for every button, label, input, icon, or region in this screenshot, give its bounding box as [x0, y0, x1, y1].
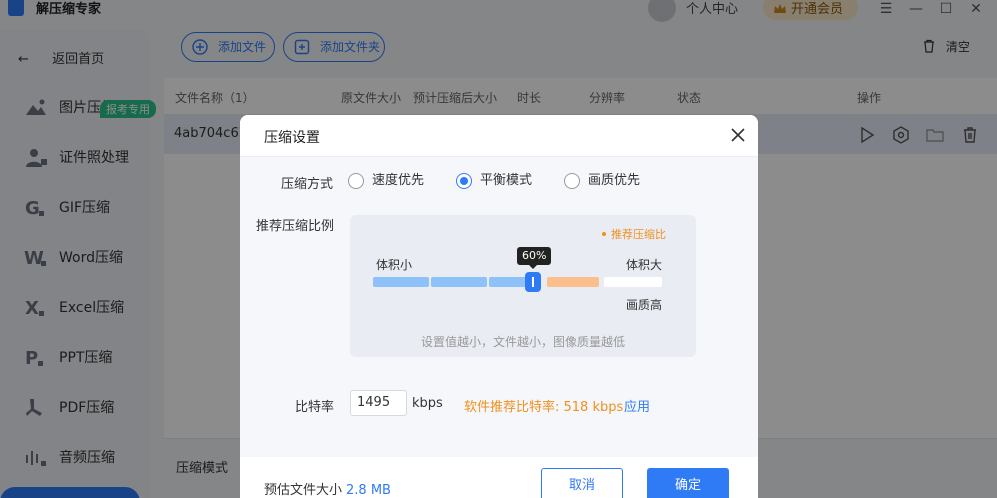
radio-circle	[456, 173, 472, 189]
slider-segment	[373, 277, 429, 287]
close-icon[interactable]	[728, 125, 748, 145]
slider-segment	[547, 277, 599, 287]
compression-settings-dialog: 压缩设置 压缩方式 速度优先 平衡模式 画质优先 推荐压缩比例 推荐压缩比 体积…	[240, 115, 758, 498]
large-size-label: 体积大	[626, 258, 663, 272]
confirm-button[interactable]: 确定	[647, 468, 729, 498]
quality-high-label: 画质高	[626, 298, 663, 312]
dot-icon	[602, 232, 606, 236]
recommended-bitrate: 软件推荐比特率: 518 kbps	[464, 400, 624, 415]
dialog-header: 压缩设置	[240, 115, 758, 157]
radio-label: 画质优先	[588, 173, 641, 188]
apply-link[interactable]: 应用	[624, 396, 650, 415]
small-size-label: 体积小	[376, 258, 413, 272]
radio-quality-priority[interactable]: 画质优先	[564, 172, 640, 190]
slider-segment	[604, 277, 662, 287]
recommend-legend: 推荐压缩比	[602, 226, 666, 242]
dialog-footer: 预估文件大小 2.8 MB 取消 确定	[240, 457, 758, 498]
estimate-value: 2.8 MB	[346, 483, 391, 498]
bitrate-input[interactable]: 1495	[350, 390, 407, 416]
method-label: 压缩方式	[281, 177, 334, 192]
ratio-hint: 设置值越小，文件越小，图像质量越低	[420, 335, 625, 349]
radio-label: 速度优先	[372, 173, 425, 188]
slider-segment	[431, 277, 487, 287]
radio-circle	[564, 173, 580, 189]
bitrate-label: 比特率	[295, 400, 335, 415]
radio-circle	[348, 173, 364, 189]
ratio-label: 推荐压缩比例	[256, 219, 335, 234]
estimate-label: 预估文件大小	[264, 483, 343, 498]
radio-speed-priority[interactable]: 速度优先	[348, 172, 424, 190]
estimate-size: 预估文件大小 2.8 MB	[264, 479, 391, 498]
ratio-slider-thumb[interactable]	[525, 272, 541, 292]
recommend-legend-label: 推荐压缩比	[611, 228, 666, 241]
ratio-tooltip: 60%	[517, 247, 552, 269]
ratio-panel: 推荐压缩比 体积小 体积大 60% 画质高 设置值越小，文件越小，图像质量越低	[350, 215, 696, 357]
bitrate-unit: kbps	[412, 396, 443, 411]
cancel-button[interactable]: 取消	[541, 468, 623, 498]
radio-label: 平衡模式	[480, 173, 533, 188]
radio-balanced-mode[interactable]: 平衡模式	[456, 172, 532, 190]
dialog-title: 压缩设置	[264, 130, 320, 146]
